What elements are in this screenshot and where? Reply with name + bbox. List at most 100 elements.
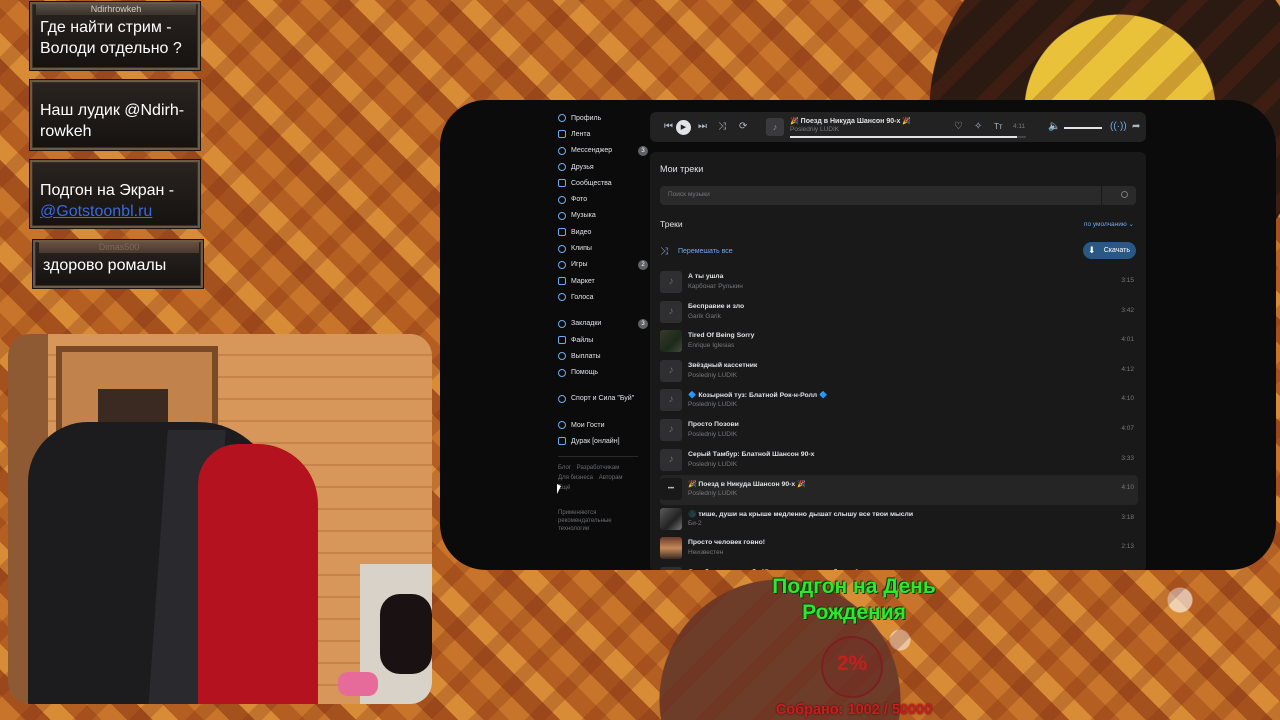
track-row[interactable]: ♪ Я не буду ждать тебя [Я не стану ждать … [660,564,1138,570]
pink-object [338,672,378,696]
sidebar-item[interactable]: Видео [558,224,648,240]
shuffle-label: Перемешать все [678,248,733,255]
footer-link[interactable]: Для бизнеса [558,475,593,481]
track-artist[interactable]: Posledniy LUDIK [688,461,737,468]
track-cover[interactable] [660,330,682,353]
sparkle-icon[interactable]: ✧ [974,120,982,134]
music-note-icon[interactable]: ♪ [660,418,682,441]
sidebar-item-label: Игры [571,261,588,269]
previous-icon[interactable]: ⏮ [664,120,673,134]
sidebar-item[interactable]: Клипы [558,240,648,256]
sidebar-item[interactable]: Спорт и Сила "Буй" [558,391,648,407]
footer-link[interactable]: Блог [558,465,571,471]
track-artist[interactable]: Карбонат Рулькин [688,283,743,290]
progress-fill [790,136,1017,138]
sidebar-item[interactable]: Игры 2 [558,257,648,273]
track-artist[interactable]: Posledniy LUDIK [688,401,737,408]
now-playing-title: 🎉 Поезд в Никуда Шансон 90-х 🎉 [790,118,912,125]
progress-bar[interactable] [790,136,1026,138]
track-artist[interactable]: Garik Garik [688,313,721,320]
sidebar-item-label: Выплаты [571,352,601,360]
track-duration: 3:33 [1121,454,1134,462]
track-artist[interactable]: Posledniy LUDIK [688,372,737,379]
photo-icon [558,195,566,204]
track-row[interactable]: ••• 🎉 Поезд в Никуда Шансон 90-х 🎉 Posledn… [660,475,1138,505]
sidebar-item[interactable]: Музыка [558,208,648,224]
chat-message: Подгон на Экран - @Gotstoonbl.ru [30,160,200,228]
sidebar-item[interactable]: Выплаты [558,348,648,364]
music-note-icon[interactable]: ♪ [660,389,682,412]
track-row[interactable]: ♪ Серый Тамбур: Блатной Шансон 90-х Posled… [660,446,1138,476]
dislike-icon[interactable]: ♡ [954,120,963,134]
guests-icon [558,421,566,430]
sidebar-item[interactable]: Помощь [558,364,648,380]
help-icon [558,368,566,377]
sidebar-item[interactable]: Дурак [онлайн] [558,433,648,449]
track-duration: 3:42 [1121,306,1134,314]
track-cover[interactable] [660,537,682,560]
sidebar-item-label: Друзья [571,163,594,171]
music-note-icon[interactable]: ♪ [660,566,682,570]
track-row[interactable]: 🌑 тише, души на крыше медленно дышат слы… [660,505,1138,535]
sidebar-item[interactable]: Друзья [558,159,648,175]
menu-footer: Блог Разработчикам Для бизнеса Авторам Е… [558,463,648,493]
footer-link[interactable]: Авторам [599,475,623,481]
sidebar-item[interactable]: Файлы [558,332,648,348]
more-icon[interactable]: ••• [660,478,682,501]
sidebar-item[interactable]: Мессенджер 3 [558,143,648,159]
goal-collected: Собрано: 1002 / 50000 [775,702,933,718]
sidebar-item[interactable]: Закладки 3 [558,316,648,332]
download-button[interactable]: Скачать [1083,242,1136,259]
track-row[interactable]: ♪ 🔷 Козырной туз: Блатной Рок-н-Ролл 🔷 Pos… [660,386,1138,416]
play-button[interactable]: ▶ [676,120,691,135]
section-title: Треки [660,219,683,229]
sidebar-item[interactable]: Мои Гости [558,417,648,433]
track-row[interactable]: ♪ А ты ушла Карбонат Рулькин 3:15 [660,268,1138,298]
track-artist[interactable]: Posledniy LUDIK [688,431,737,438]
sidebar-item[interactable]: Голоса [558,289,648,305]
volume-slider[interactable] [1064,127,1102,129]
search-icon[interactable] [1121,191,1128,198]
sort-dropdown[interactable]: по умолчанию ⌄ [1084,220,1134,228]
track-artist[interactable]: Posledniy LUDIK [688,490,737,497]
goal-title: Подгон на День Рождения [772,575,936,624]
sidebar-item-label: Профиль [571,114,602,122]
counter-badge: 2 [638,259,648,270]
track-row[interactable]: ♪ Просто Позови Posledniy LUDIK 4:07 [660,416,1138,446]
track-row[interactable]: ♪ Звёздный кассетник Posledniy LUDIK 4:12 [660,357,1138,387]
track-row[interactable]: Просто человек говно! Неизвестен 2:13 [660,534,1138,564]
broadcast-icon[interactable]: ((·)) [1110,120,1127,134]
track-row[interactable]: ♪ Бесправие и зло Garik Garik 3:42 [660,298,1138,328]
now-playing-cover: ♪ [766,118,784,136]
track-artist[interactable]: Би-2 [688,520,702,527]
now-playing-artist[interactable]: Posledniy LUDIK [790,126,839,133]
music-note-icon[interactable]: ♪ [660,448,682,471]
music-search[interactable]: Поиск музыки [660,186,1136,205]
shuffle-icon[interactable]: ⤨ [718,120,726,134]
shuffle-all-button[interactable]: ⤨ Перемешать все [660,246,733,257]
track-artist[interactable]: Неизвестен [688,549,723,556]
repeat-icon[interactable]: ⟳ [739,120,747,134]
music-note-icon[interactable]: ♪ [660,359,682,382]
cards-icon [558,437,566,446]
sidebar-item[interactable]: Фото [558,191,648,207]
lyrics-icon[interactable]: Tт [994,120,1003,134]
sidebar-item-label: Сообщества [571,179,612,187]
bag [380,594,432,674]
volume-icon[interactable]: 🔈 [1048,120,1060,134]
music-note-icon[interactable]: ♪ [660,300,682,323]
search-input[interactable]: Поиск музыки [668,191,710,198]
track-row[interactable]: Tired Of Being Sorry Enrique Iglesias 4:01 [660,327,1138,357]
next-icon[interactable]: ⏭ [698,120,707,134]
sidebar-item[interactable]: Маркет [558,273,648,289]
sidebar-item[interactable]: Сообщества [558,175,648,191]
music-note-icon[interactable]: ♪ [660,271,682,293]
track-cover[interactable] [660,507,682,530]
track-artist[interactable]: Enrique Iglesias [688,342,734,349]
footer-link[interactable]: Разработчикам [577,465,620,471]
share-icon[interactable]: ➦ [1132,120,1140,134]
sidebar-item[interactable]: Лента [558,126,648,142]
chat-text: Где найти стрим - Володи отдельно ? [40,19,182,57]
chat-link[interactable]: @Gotstoonbl.ru [40,203,152,220]
sidebar-item[interactable]: Профиль [558,110,648,126]
